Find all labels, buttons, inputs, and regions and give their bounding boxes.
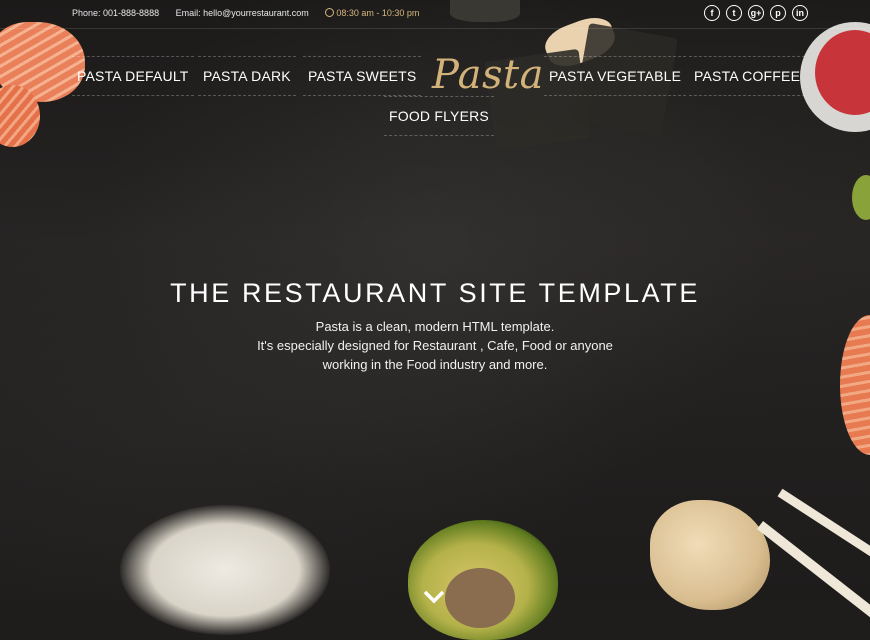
hero-line: It's especially designed for Restaurant … <box>257 338 613 353</box>
nav-item-pasta-dark[interactable]: PASTA DARK <box>198 56 296 96</box>
nav-item-pasta-vegetable[interactable]: PASTA VEGETABLE <box>544 56 687 96</box>
pinterest-icon[interactable]: p <box>770 5 786 21</box>
hours-text: 08:30 am - 10:30 pm <box>325 8 419 18</box>
google-plus-icon[interactable]: g+ <box>748 5 764 21</box>
clock-icon <box>325 8 335 17</box>
linkedin-icon[interactable]: in <box>792 5 808 21</box>
twitter-icon[interactable]: t <box>726 5 742 21</box>
chevron-down-icon[interactable] <box>422 590 446 604</box>
contact-info: Phone: 001-888-8888 Email: hello@yourres… <box>72 8 433 18</box>
nav-item-food-flyers[interactable]: FOOD FLYERS <box>384 96 494 136</box>
email-text[interactable]: Email: hello@yourrestaurant.com <box>176 8 309 18</box>
hero-title: THE RESTAURANT SITE TEMPLATE <box>170 278 700 308</box>
hero-line: Pasta is a clean, modern HTML template. <box>315 319 555 334</box>
social-links: f t g+ p in <box>704 5 808 21</box>
phone-text: Phone: 001-888-8888 <box>72 8 160 18</box>
nav-item-pasta-coffee[interactable]: PASTA COFFEE <box>689 56 806 96</box>
hero-line: working in the Food industry and more. <box>322 357 548 372</box>
facebook-icon[interactable]: f <box>704 5 720 21</box>
site-logo[interactable]: Pasta <box>432 52 544 98</box>
hero-description: Pasta is a clean, modern HTML template. … <box>0 317 870 374</box>
nav-item-pasta-default[interactable]: PASTA DEFAULT <box>72 56 194 96</box>
hours-value: 08:30 am - 10:30 pm <box>336 8 420 18</box>
top-bar: Phone: 001-888-8888 Email: hello@yourres… <box>0 0 870 29</box>
nav-item-pasta-sweets[interactable]: PASTA SWEETS <box>303 56 422 96</box>
